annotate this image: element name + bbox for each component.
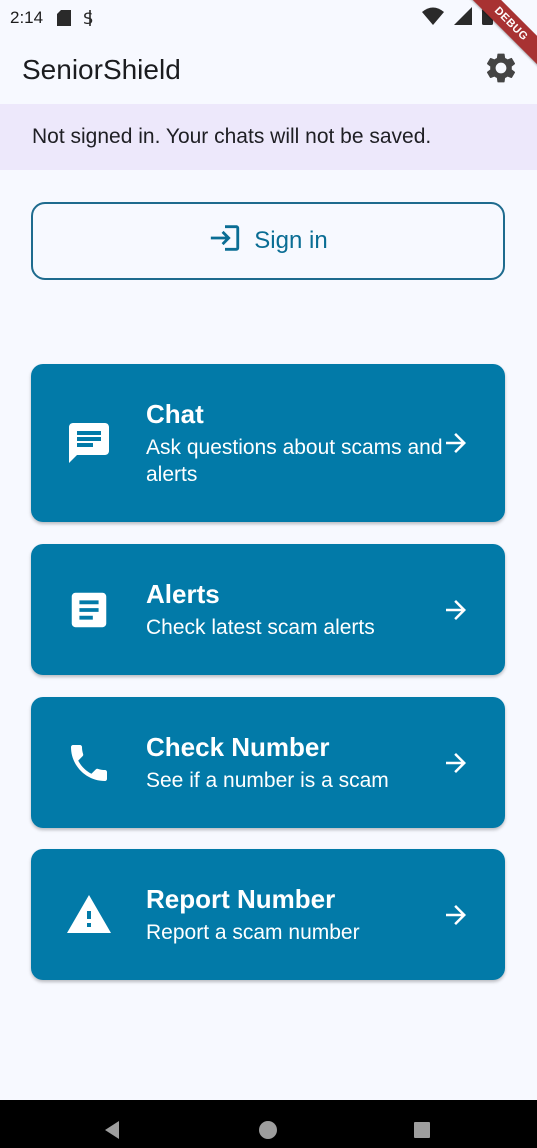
article-icon bbox=[65, 586, 113, 634]
report-number-card-subtitle: Report a scam number bbox=[146, 921, 360, 944]
wifi-icon bbox=[422, 7, 444, 30]
recents-square-icon bbox=[411, 1119, 433, 1146]
report-number-card[interactable]: Report Number Report a scam number bbox=[31, 849, 505, 980]
sync-icon: S bbox=[81, 9, 99, 27]
alerts-card-title: Alerts bbox=[146, 579, 220, 609]
status-time: 2:14 bbox=[10, 8, 44, 27]
back-triangle-icon bbox=[101, 1119, 123, 1146]
home-button[interactable] bbox=[248, 1112, 288, 1148]
sign-in-label: Sign in bbox=[254, 227, 328, 254]
check-number-card[interactable]: Check Number See if a number is a scam bbox=[31, 697, 505, 828]
chat-card[interactable]: Chat Ask questions about scams and alert… bbox=[31, 364, 505, 522]
chat-card-text: Chat Ask questions about scams and alert… bbox=[146, 398, 445, 488]
banner-text: Not signed in. Your chats will not be sa… bbox=[32, 125, 432, 148]
signal-icon bbox=[454, 6, 472, 30]
alerts-card-text: Alerts Check latest scam alerts bbox=[146, 578, 445, 641]
check-number-card-title: Check Number bbox=[146, 732, 330, 762]
back-button[interactable] bbox=[92, 1112, 132, 1148]
warning-icon bbox=[65, 891, 113, 939]
gear-icon bbox=[483, 50, 519, 91]
recents-button[interactable] bbox=[402, 1112, 442, 1148]
report-number-card-title: Report Number bbox=[146, 884, 336, 914]
system-nav-bar bbox=[0, 1100, 537, 1148]
arrow-forward-icon bbox=[441, 595, 471, 625]
phone-icon bbox=[65, 739, 113, 787]
home-circle-icon bbox=[257, 1119, 279, 1146]
report-number-card-text: Report Number Report a scam number bbox=[146, 883, 445, 946]
sd-card-icon bbox=[57, 10, 72, 26]
app-bar: SeniorShield bbox=[0, 36, 537, 104]
login-icon bbox=[208, 221, 242, 262]
svg-text:S: S bbox=[83, 9, 93, 27]
arrow-forward-icon bbox=[441, 748, 471, 778]
arrow-forward-icon bbox=[441, 428, 471, 458]
not-signed-in-banner: Not signed in. Your chats will not be sa… bbox=[0, 104, 537, 170]
check-number-card-subtitle: See if a number is a scam bbox=[146, 769, 389, 792]
arrow-forward-icon bbox=[441, 900, 471, 930]
check-number-card-text: Check Number See if a number is a scam bbox=[146, 731, 445, 794]
chat-card-title: Chat bbox=[146, 399, 204, 429]
chat-card-subtitle: Ask questions about scams and alerts bbox=[146, 436, 443, 486]
chat-icon bbox=[65, 419, 113, 467]
sign-in-button[interactable]: Sign in bbox=[31, 202, 505, 280]
settings-button[interactable] bbox=[481, 50, 521, 90]
alerts-card-subtitle: Check latest scam alerts bbox=[146, 616, 375, 639]
status-bar: 2:14 S bbox=[0, 0, 537, 36]
app-title: SeniorShield bbox=[22, 54, 181, 85]
alerts-card[interactable]: Alerts Check latest scam alerts bbox=[31, 544, 505, 675]
